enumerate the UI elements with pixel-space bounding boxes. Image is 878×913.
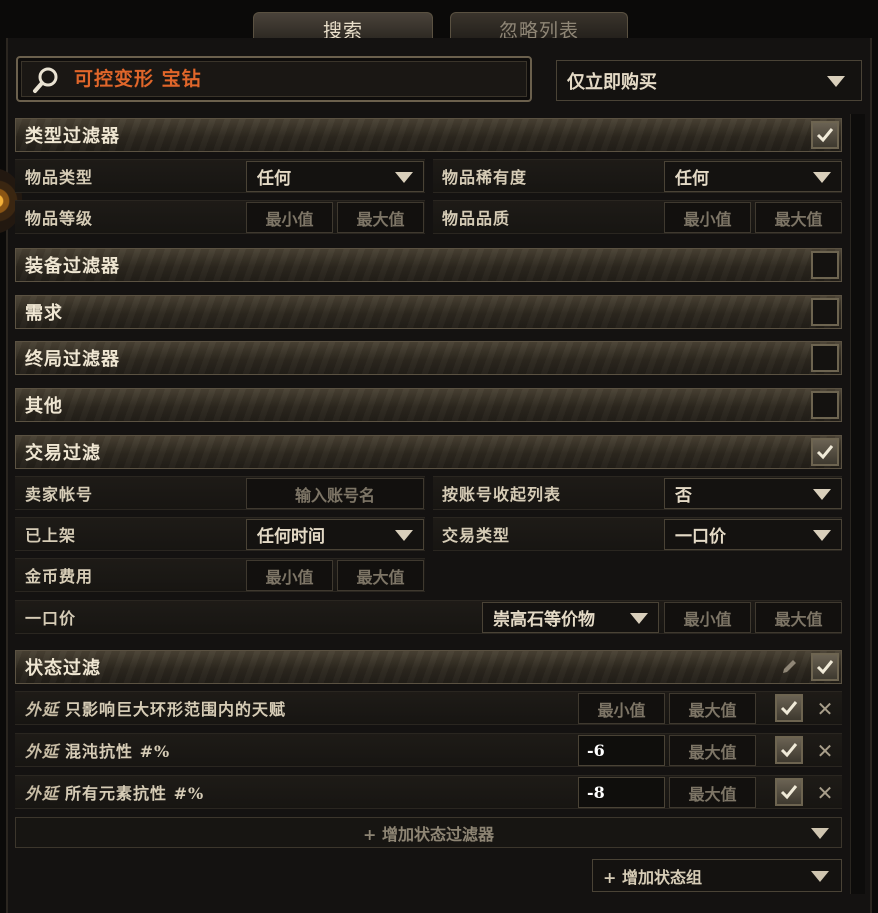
- stat-prefix: 外延: [25, 784, 60, 803]
- add-stat-group-dropdown[interactable]: + 增加状态组: [592, 859, 842, 892]
- remove-stat-close-icon[interactable]: ✕: [816, 697, 834, 721]
- stat-label: 外延 只影响巨大环形范围内的天赋: [25, 691, 286, 725]
- listed-dropdown[interactable]: 任何时间: [246, 519, 424, 550]
- add-stat-group-label: + 增加状态组: [603, 867, 702, 887]
- sale-type-dropdown[interactable]: 一口价: [664, 519, 842, 550]
- price-currency-dropdown[interactable]: 崇高石等价物: [482, 602, 659, 633]
- seller-account-input[interactable]: 输入账号名: [246, 478, 424, 509]
- section-type-filters[interactable]: 类型过滤器: [15, 118, 842, 152]
- search-input[interactable]: 可控变形 宝钻: [74, 58, 202, 100]
- chevron-down-icon: [395, 171, 413, 183]
- trade-filters-checkbox[interactable]: [811, 438, 839, 466]
- item-level-max-input[interactable]: 最大值: [337, 202, 424, 233]
- stat-text: 只影响巨大环形范围内的天赋: [65, 700, 287, 719]
- section-title: 交易过滤: [25, 443, 101, 464]
- section-title: 终局过滤器: [25, 349, 120, 370]
- chevron-down-icon: [811, 870, 829, 882]
- chevron-down-icon: [813, 488, 831, 500]
- checkmark-icon: [780, 785, 798, 800]
- sale-type-label: 交易类型: [442, 526, 511, 545]
- price-label: 一口价: [25, 609, 77, 628]
- equipment-filters-checkbox[interactable]: [811, 251, 839, 279]
- section-title: 状态过滤: [25, 658, 101, 679]
- stat-min-input[interactable]: -8: [578, 777, 665, 808]
- item-level-label: 物品等级: [25, 209, 94, 228]
- section-requirements[interactable]: 需求: [15, 295, 842, 329]
- stat-max-input[interactable]: 最大值: [669, 693, 756, 724]
- stat-checkbox[interactable]: [775, 694, 803, 722]
- chevron-down-icon: [813, 529, 831, 541]
- section-title: 装备过滤器: [25, 256, 120, 277]
- collapse-dropdown[interactable]: 否: [664, 478, 842, 509]
- gold-fee-label: 金币费用: [25, 567, 94, 586]
- section-equipment-filters[interactable]: 装备过滤器: [15, 248, 842, 282]
- item-quality-max-input[interactable]: 最大值: [755, 202, 842, 233]
- section-endgame-filters[interactable]: 终局过滤器: [15, 341, 842, 375]
- stat-label: 外延 混沌抗性 #%: [25, 733, 170, 767]
- item-rarity-dropdown[interactable]: 任何: [664, 161, 842, 192]
- checkmark-icon: [816, 128, 834, 143]
- chevron-down-icon: [827, 75, 845, 87]
- scrollbar[interactable]: [850, 114, 865, 894]
- section-stat-filters[interactable]: 状态过滤: [15, 650, 842, 684]
- sale-type-value: 一口价: [675, 527, 726, 547]
- type-filters-checkbox[interactable]: [811, 121, 839, 149]
- listed-value: 任何时间: [257, 527, 325, 547]
- remove-stat-close-icon[interactable]: ✕: [816, 739, 834, 763]
- item-category-dropdown[interactable]: 任何: [246, 161, 424, 192]
- collapse-value: 否: [675, 486, 692, 506]
- remove-stat-close-icon[interactable]: ✕: [816, 781, 834, 805]
- buy-mode-value: 仅立即购买: [567, 71, 657, 93]
- item-category-value: 任何: [257, 169, 291, 189]
- stat-max-input[interactable]: 最大值: [669, 735, 756, 766]
- item-level-min-input[interactable]: 最小值: [246, 202, 333, 233]
- price-min-input[interactable]: 最小值: [664, 602, 751, 633]
- gold-fee-max-input[interactable]: 最大值: [337, 560, 424, 591]
- search-box[interactable]: 可控变形 宝钻: [16, 56, 532, 102]
- item-rarity-value: 任何: [675, 169, 709, 189]
- misc-checkbox[interactable]: [811, 391, 839, 419]
- checkmark-icon: [780, 701, 798, 716]
- item-quality-min-input[interactable]: 最小值: [664, 202, 751, 233]
- endgame-filters-checkbox[interactable]: [811, 344, 839, 372]
- checkmark-icon: [780, 743, 798, 758]
- stat-filters-checkbox[interactable]: [811, 653, 839, 681]
- price-max-input[interactable]: 最大值: [755, 602, 842, 633]
- stat-text: 混沌抗性 #%: [65, 742, 171, 761]
- stat-label: 外延 所有元素抗性 #%: [25, 775, 204, 809]
- item-quality-label: 物品品质: [442, 209, 511, 228]
- collapse-label: 按账号收起列表: [442, 485, 562, 504]
- section-misc[interactable]: 其他: [15, 388, 842, 422]
- requirements-checkbox[interactable]: [811, 298, 839, 326]
- chevron-down-icon: [395, 529, 413, 541]
- checkmark-icon: [816, 660, 834, 675]
- seller-label: 卖家帐号: [25, 485, 94, 504]
- checkmark-icon: [816, 445, 834, 460]
- stat-max-input[interactable]: 最大值: [669, 777, 756, 808]
- stat-checkbox[interactable]: [775, 736, 803, 764]
- stat-text: 所有元素抗性 #%: [65, 784, 205, 803]
- section-trade-filters[interactable]: 交易过滤: [15, 435, 842, 469]
- stat-prefix: 外延: [25, 742, 60, 761]
- chevron-down-icon: [813, 171, 831, 183]
- add-stat-filter-label: + 增加状态过滤器: [363, 824, 494, 844]
- chevron-down-icon: [630, 612, 648, 624]
- section-title: 其他: [25, 396, 63, 417]
- add-stat-filter-dropdown[interactable]: + 增加状态过滤器: [15, 817, 842, 848]
- chevron-down-icon: [811, 827, 829, 839]
- stat-min-input[interactable]: -6: [578, 735, 665, 766]
- gold-fee-min-input[interactable]: 最小值: [246, 560, 333, 591]
- buy-mode-dropdown[interactable]: 仅立即购买: [556, 60, 862, 101]
- section-title: 类型过滤器: [25, 126, 120, 147]
- item-category-label: 物品类型: [25, 168, 94, 187]
- price-currency-value: 崇高石等价物: [493, 610, 595, 630]
- stat-min-input[interactable]: 最小值: [578, 693, 665, 724]
- stat-checkbox[interactable]: [775, 778, 803, 806]
- search-icon: [32, 66, 60, 94]
- stat-prefix: 外延: [25, 700, 60, 719]
- section-title: 需求: [25, 303, 63, 324]
- item-rarity-label: 物品稀有度: [442, 168, 528, 187]
- pencil-icon[interactable]: [779, 657, 799, 677]
- listed-label: 已上架: [25, 526, 77, 545]
